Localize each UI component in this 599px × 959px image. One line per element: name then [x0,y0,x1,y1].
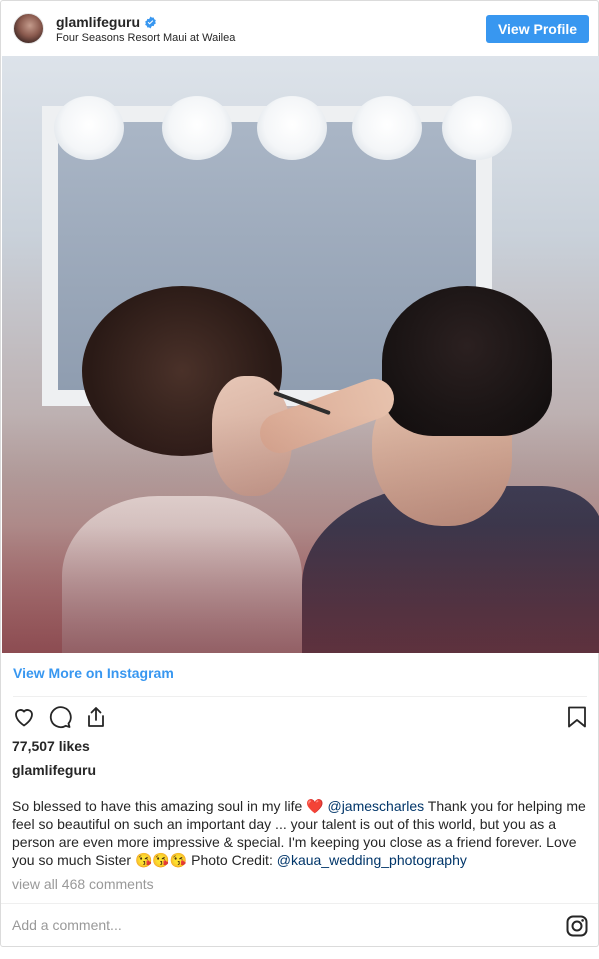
like-count[interactable]: 77,507 likes [12,738,90,754]
comment-icon[interactable] [48,705,72,729]
location[interactable]: Four Seasons Resort Maui at Wailea [56,32,235,44]
share-icon[interactable] [84,705,108,729]
verified-badge-icon [144,16,157,29]
mention-link[interactable]: @kaua_wedding_photography [277,852,467,868]
post-header: glamlifeguru Four Seasons Resort Maui at… [1,1,598,56]
bookmark-icon[interactable] [565,705,589,729]
caption-username[interactable]: glamlifeguru [12,762,96,778]
post-photo[interactable] [2,56,599,653]
caption-text: So blessed to have this amazing soul in … [12,797,590,869]
heart-icon[interactable] [12,705,36,729]
view-more-link[interactable]: View More on Instagram [13,665,174,681]
username[interactable]: glamlifeguru [56,14,140,30]
avatar[interactable] [13,13,44,44]
view-profile-button[interactable]: View Profile [486,15,589,43]
instagram-icon[interactable] [565,914,589,938]
caption-part: So blessed to have this amazing soul in … [12,798,328,814]
instagram-embed-card: glamlifeguru Four Seasons Resort Maui at… [0,0,599,947]
add-comment-input[interactable]: Add a comment... [12,917,122,933]
photo-vignette [2,56,599,653]
username-row: glamlifeguru [56,13,157,31]
divider [13,696,587,697]
view-all-comments-link[interactable]: view all 468 comments [12,876,154,892]
mention-link[interactable]: @jamescharles [327,798,424,814]
divider [1,903,598,904]
